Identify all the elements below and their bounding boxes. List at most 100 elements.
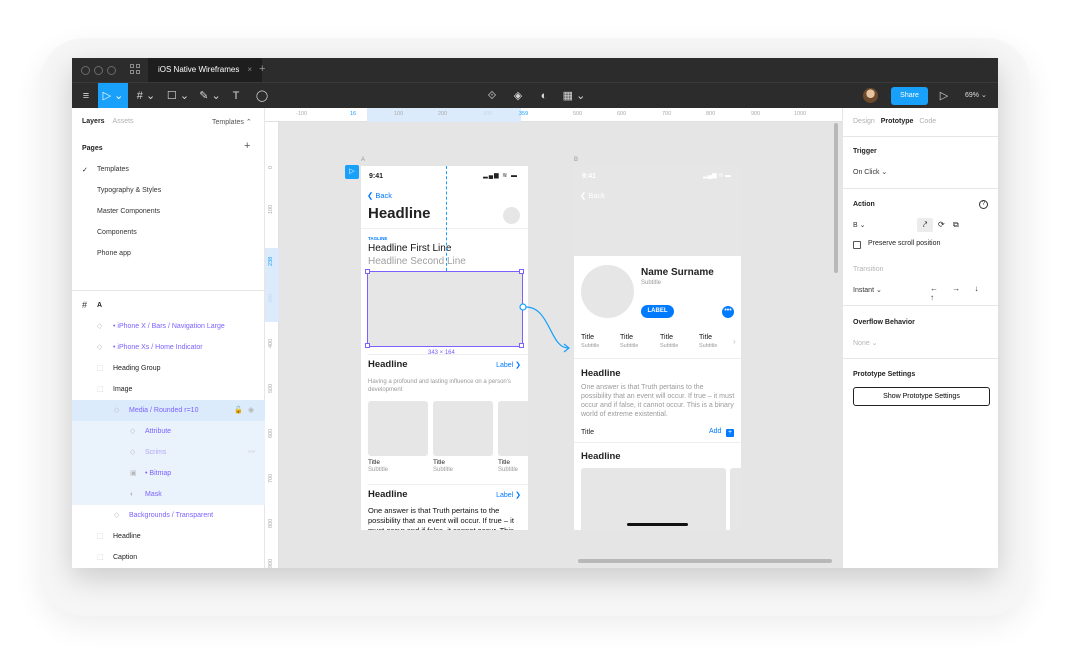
user-avatar[interactable] xyxy=(863,88,878,103)
horizontal-scrollbar[interactable] xyxy=(578,559,832,563)
frame-tool-button[interactable]: # ⌄ xyxy=(132,83,160,109)
add-page-icon[interactable]: + xyxy=(244,140,250,152)
layer-row-bitmap[interactable]: ▣ • Bitmap xyxy=(72,463,265,484)
swap-icon[interactable]: ⟳ xyxy=(938,218,945,232)
segment-title[interactable]: Title xyxy=(581,334,594,341)
ruler-tick: 300 xyxy=(483,111,493,117)
move-tool-button[interactable]: ▷ ⌄ xyxy=(98,83,128,109)
comment-tool-button[interactable]: ◯ xyxy=(252,83,272,109)
direction-arrows[interactable]: ← → ↓ ↑ xyxy=(930,284,998,302)
phone-frame-b[interactable]: 9:41 ▂▄▆ ≋ ▬ ❮ Back Name Surname Subtitl… xyxy=(574,166,741,530)
tab-design[interactable]: Design xyxy=(853,118,875,125)
ruler-tick: 100 xyxy=(394,111,404,117)
zoom-dropdown[interactable]: 69% ⌄ xyxy=(965,83,987,109)
canvas[interactable]: -100 16 100 200 300 359 500 600 700 800 … xyxy=(265,108,842,568)
pen-tool-button[interactable]: ✎ ⌄ xyxy=(196,83,224,109)
file-browser-icon[interactable] xyxy=(130,64,141,75)
layer-row-nav-bar[interactable]: ◇ • iPhone X / Bars / Navigation Large xyxy=(72,316,265,337)
tab-layers[interactable]: Layers xyxy=(82,118,105,125)
vertical-scrollbar[interactable] xyxy=(834,123,838,273)
layer-label: Mask xyxy=(145,491,162,498)
frame-label-a[interactable]: A xyxy=(361,157,365,163)
show-prototype-settings-button[interactable]: Show Prototype Settings xyxy=(853,387,990,406)
layer-row-mask[interactable]: ◐ Mask xyxy=(72,484,265,505)
section-label-link[interactable]: Label ❯ xyxy=(496,491,521,499)
resize-handle[interactable] xyxy=(519,269,524,274)
back-link[interactable]: ❮ Back xyxy=(580,191,605,200)
phone-frame-a[interactable]: 9:41 ▂▄▆ ≋ ▬ ❮ Back Headline TAGLINE Hea… xyxy=(361,166,528,530)
eye-icon[interactable]: ◉ xyxy=(248,400,254,421)
back-link[interactable]: ❮ Back xyxy=(367,191,392,200)
layer-row-heading-group[interactable]: ⬚ Heading Group xyxy=(72,358,265,379)
layer-row-scrims[interactable]: ◇ Scrims 〰 xyxy=(72,442,265,463)
add-link[interactable]: Add xyxy=(709,428,721,435)
layer-row-image[interactable]: ⬚ Image xyxy=(72,379,265,400)
profile-circle[interactable] xyxy=(503,207,520,224)
layer-row-attribute[interactable]: ◇ Attribute xyxy=(72,421,265,442)
tab-close-icon[interactable]: × xyxy=(247,58,252,82)
trigger-dropdown[interactable]: On Click ⌄ xyxy=(853,168,887,176)
more-icon[interactable]: ••• xyxy=(722,306,734,318)
tab-ios-native-wireframes[interactable]: iOS Native Wireframes × xyxy=(148,58,263,82)
unlock-icon[interactable]: 🔓 xyxy=(234,400,243,421)
component-variants-icon[interactable]: ◈ xyxy=(508,83,528,109)
window-zoom-dot[interactable] xyxy=(107,66,116,75)
navigate-icon[interactable]: ⤤ xyxy=(917,218,933,232)
window-minimize-dot[interactable] xyxy=(94,66,103,75)
card-tile[interactable] xyxy=(433,401,493,456)
new-tab-icon[interactable]: + xyxy=(259,63,265,75)
frame-label-b[interactable]: B xyxy=(574,157,578,163)
segment-title[interactable]: Title xyxy=(620,334,633,341)
chevron-right-icon[interactable]: › xyxy=(733,337,736,346)
ruler-tick: 359 xyxy=(519,111,529,117)
layer-row-headline[interactable]: ⬚ Headline xyxy=(72,526,265,547)
page-item-templates[interactable]: Templates xyxy=(97,166,129,173)
main-menu-icon[interactable]: ≡ xyxy=(76,83,96,109)
resize-handle[interactable] xyxy=(365,343,370,348)
page-item-components[interactable]: Components xyxy=(97,229,137,236)
share-button[interactable]: Share xyxy=(891,87,928,105)
card-tile[interactable] xyxy=(368,401,428,456)
card-image[interactable] xyxy=(730,468,741,530)
segment-title[interactable]: Title xyxy=(660,334,673,341)
layer-row-frame-a[interactable]: # A xyxy=(72,295,265,316)
card-tile[interactable] xyxy=(498,401,528,456)
text-tool-button[interactable]: T xyxy=(226,83,246,109)
layer-row-backgrounds[interactable]: ◇ Backgrounds / Transparent xyxy=(72,505,265,526)
mask-icon[interactable]: ◐ xyxy=(534,83,554,109)
section-label-link[interactable]: Label ❯ xyxy=(496,361,521,369)
destination-dropdown[interactable]: B ⌄ xyxy=(853,221,865,229)
add-square-icon[interactable]: + xyxy=(726,429,734,437)
overlay-icon[interactable]: ⧉ xyxy=(953,218,959,232)
transition-dropdown[interactable]: Instant ⌄ xyxy=(853,286,882,294)
window-close-dot[interactable] xyxy=(81,66,90,75)
card-image[interactable] xyxy=(581,468,726,530)
page-item-master-components[interactable]: Master Components xyxy=(97,208,160,215)
preserve-scroll-checkbox[interactable] xyxy=(853,241,861,249)
present-icon[interactable]: ▷ xyxy=(936,83,952,109)
boolean-ops-icon[interactable]: ▦ ⌄ xyxy=(562,83,586,109)
flow-start-play-icon[interactable]: ▷ xyxy=(345,165,359,179)
page-item-phone-app[interactable]: Phone app xyxy=(97,250,131,257)
tab-assets[interactable]: Assets xyxy=(113,118,134,125)
section-description: One answer is that Truth pertains to the… xyxy=(581,384,735,418)
tab-prototype[interactable]: Prototype xyxy=(881,118,914,125)
hidden-icon[interactable]: 〰 xyxy=(248,442,255,463)
layer-row-media-rounded[interactable]: ◇ Media / Rounded r=10 🔓 ◉ xyxy=(72,400,265,421)
layer-row-home-indicator[interactable]: ◇ • iPhone Xs / Home Indicator xyxy=(72,337,265,358)
segment-title[interactable]: Title xyxy=(699,334,712,341)
action-heading: Action xyxy=(853,201,875,208)
overflow-dropdown[interactable]: None ⌄ xyxy=(853,339,878,347)
page-dropdown[interactable]: Templates ⌃ xyxy=(212,118,252,126)
layer-row-caption[interactable]: ⬚ Caption xyxy=(72,547,265,568)
resize-handle[interactable] xyxy=(365,269,370,274)
resize-handle[interactable] xyxy=(519,343,524,348)
create-component-icon[interactable]: ⟐ xyxy=(482,83,502,109)
section-body-text: One answer is that Truth pertains to the… xyxy=(368,506,514,530)
help-icon[interactable]: ? xyxy=(979,200,988,209)
selection-box[interactable] xyxy=(367,271,523,347)
page-item-typography[interactable]: Typography & Styles xyxy=(97,187,161,194)
label-button[interactable]: LABEL xyxy=(641,305,674,318)
tab-code[interactable]: Code xyxy=(919,118,936,125)
shape-tool-button[interactable]: ☐ ⌄ xyxy=(164,83,192,109)
